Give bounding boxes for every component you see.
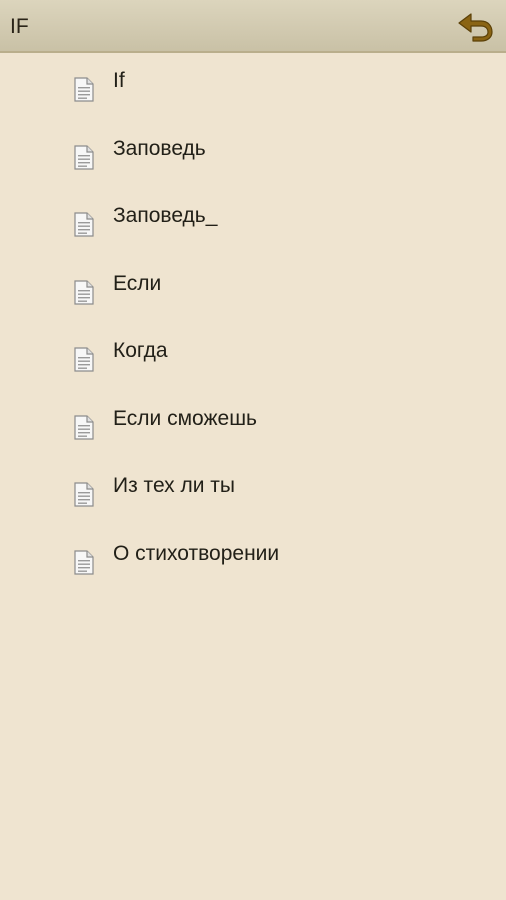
title-bar: IF — [0, 0, 506, 53]
document-icon — [74, 482, 94, 507]
list-item-label: If — [113, 69, 125, 92]
list-item-label: Когда — [113, 339, 168, 362]
document-icon — [74, 212, 94, 237]
list-item[interactable]: Если — [0, 256, 506, 324]
document-icon — [74, 279, 94, 305]
list-item-label: Если сможешь — [113, 406, 257, 430]
document-icon — [74, 144, 94, 170]
document-icon — [74, 77, 94, 102]
document-icon — [74, 414, 94, 440]
list-item[interactable]: Заповедь — [0, 121, 506, 189]
list-item[interactable]: Заповедь_ — [0, 188, 506, 256]
app-window: IF If Заповедь Заповедь_ Если Когда Если… — [0, 0, 506, 900]
list-item[interactable]: Когда — [0, 323, 506, 391]
list-item-label: Из тех ли ты — [113, 474, 236, 497]
back-button[interactable] — [456, 7, 496, 47]
page-title: IF — [10, 15, 29, 38]
document-icon — [74, 347, 94, 372]
undo-arrow-icon — [458, 13, 493, 42]
list-item-label: Если — [113, 271, 162, 295]
document-icon — [74, 549, 94, 575]
list-item-label: Заповедь_ — [113, 204, 218, 227]
list-item[interactable]: Из тех ли ты — [0, 458, 506, 526]
list-item[interactable]: If — [0, 53, 506, 121]
document-list: If Заповедь Заповедь_ Если Когда Если см… — [0, 53, 506, 593]
list-item-label: О стихотворении — [113, 541, 280, 565]
list-item-label: Заповедь — [113, 136, 206, 160]
list-item[interactable]: О стихотворении — [0, 526, 506, 594]
list-item[interactable]: Если сможешь — [0, 391, 506, 459]
